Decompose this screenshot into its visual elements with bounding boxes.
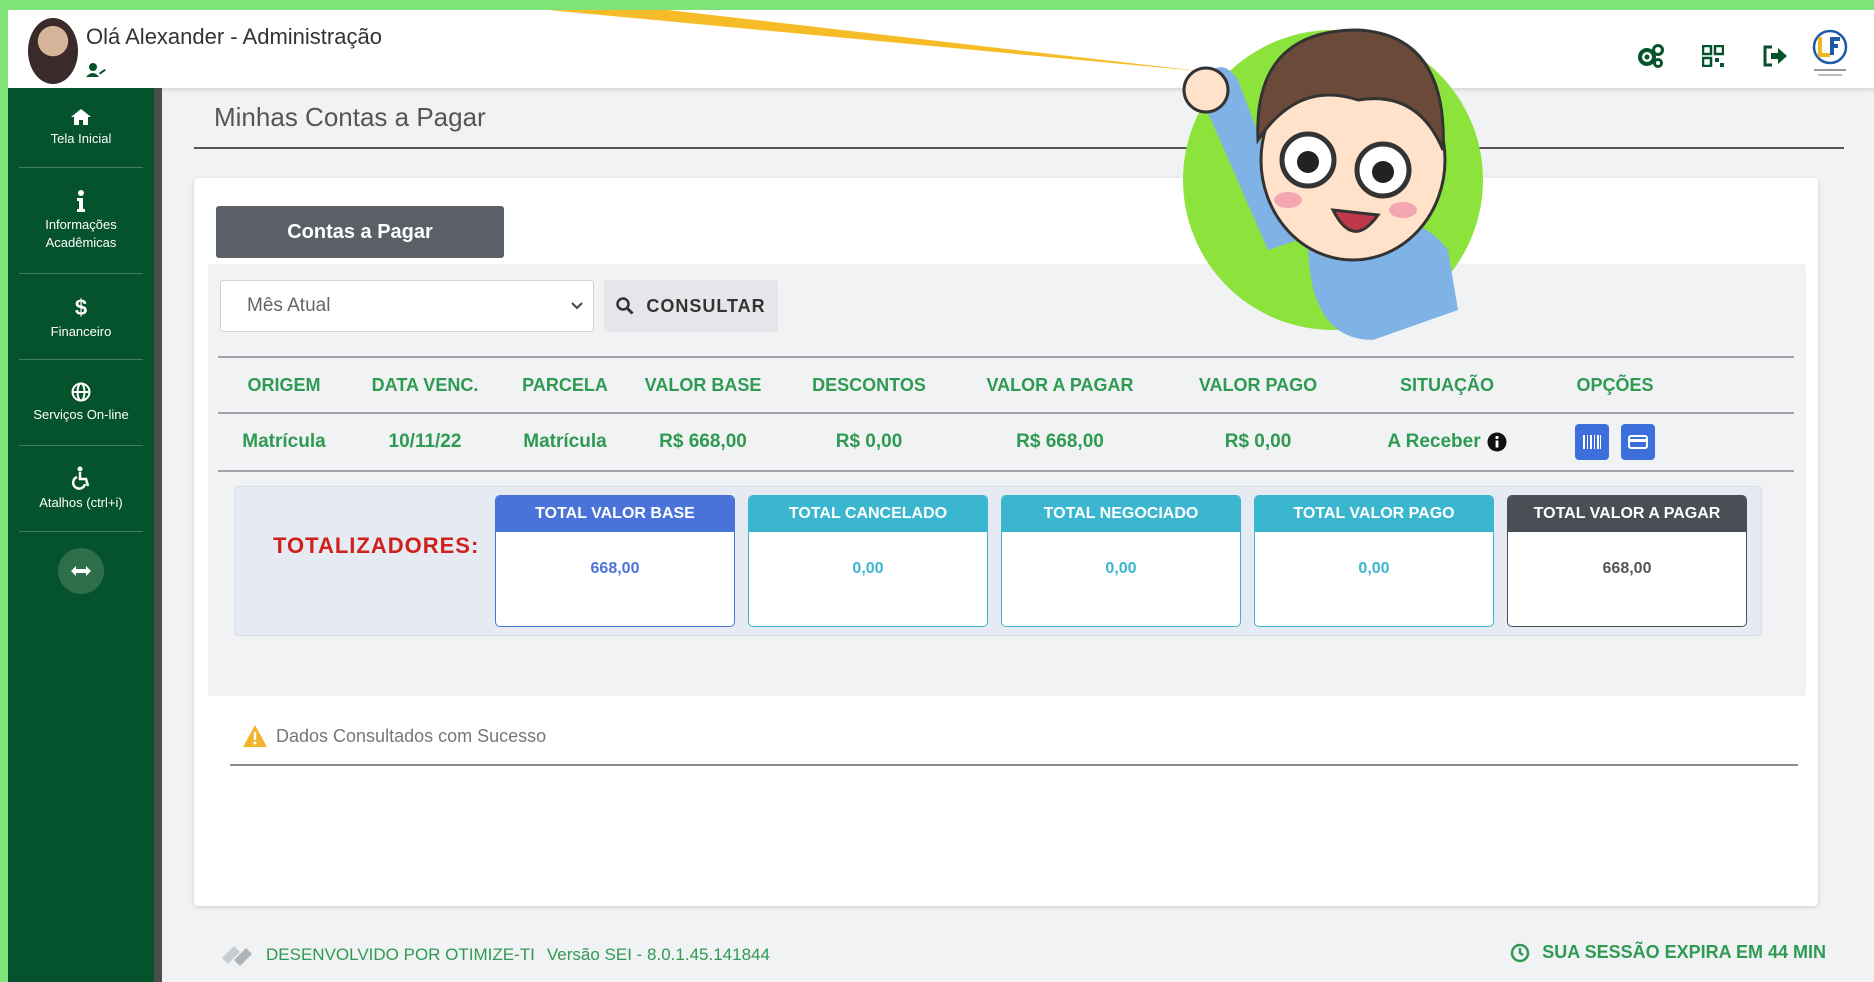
table-header-row: ORIGEM DATA VENC. PARCELA VALOR BASE DES… xyxy=(218,356,1794,414)
column-header[interactable]: ORIGEM xyxy=(218,375,350,396)
sidebar-item-label: Atalhos (ctrl+i) xyxy=(39,494,123,510)
consult-button[interactable]: CONSULTAR xyxy=(604,280,778,332)
sidebar-item-home[interactable]: Tela Inicial xyxy=(19,88,143,168)
totals-label: TOTALIZADORES: xyxy=(273,533,480,558)
total-box-value: 668,00 xyxy=(590,560,640,577)
footer-credits: DESENVOLVIDO POR OTIMIZE-TI Versão SEI -… xyxy=(220,942,770,968)
version-text: Versão SEI - 8.0.1.45.141844 xyxy=(546,945,770,964)
filter-panel: Mês Atual CONSULTAR ORIGEM DATA VENC. PA… xyxy=(208,264,1806,766)
total-box-value: 0,00 xyxy=(1105,560,1137,577)
settings-icon[interactable] xyxy=(1620,34,1682,78)
sidebar-item-finance[interactable]: $ Financeiro xyxy=(19,274,143,360)
column-header[interactable]: DESCONTOS xyxy=(776,375,962,396)
table-row: Matrícula 10/11/22 Matrícula R$ 668,00 R… xyxy=(218,414,1794,472)
total-box-title: TOTAL VALOR PAGO xyxy=(1255,496,1493,532)
sidebar-item-label: Informações Acadêmicas xyxy=(45,216,117,250)
total-box-value: 668,00 xyxy=(1602,560,1652,577)
sidebar-item-label: Serviços On-line xyxy=(33,406,129,422)
sidebar-toggle-button[interactable] xyxy=(58,548,104,594)
developer-text[interactable]: DESENVOLVIDO POR OTIMIZE-TI xyxy=(266,945,535,965)
total-valor-base-box: TOTAL VALOR BASE 668,00 xyxy=(495,495,735,627)
dollar-icon: $ xyxy=(74,294,88,320)
institution-logo xyxy=(1806,28,1854,84)
search-icon xyxy=(616,297,634,315)
consult-button-label: CONSULTAR xyxy=(646,295,766,316)
column-header[interactable]: VALOR A PAGAR xyxy=(962,375,1158,396)
cell-valor-base: R$ 668,00 xyxy=(659,431,747,452)
period-select[interactable]: Mês Atual xyxy=(220,280,594,332)
info-circle-icon[interactable] xyxy=(1487,432,1507,452)
mascot-illustration xyxy=(1182,28,1483,340)
period-select-value: Mês Atual xyxy=(247,295,331,316)
clock-icon xyxy=(1511,943,1530,962)
total-box-title: TOTAL NEGOCIADO xyxy=(1002,496,1240,532)
column-header[interactable]: SITUAÇÃO xyxy=(1358,375,1536,396)
total-box-value: 0,00 xyxy=(1358,560,1390,577)
column-header[interactable]: VALOR PAGO xyxy=(1158,375,1358,396)
developer-logo-icon xyxy=(222,946,252,966)
total-box-title: TOTAL CANCELADO xyxy=(749,496,987,532)
info-icon xyxy=(77,189,85,212)
total-cancelado-box: TOTAL CANCELADO 0,00 xyxy=(748,495,988,627)
total-valor-pago-box: TOTAL VALOR PAGO 0,00 xyxy=(1254,495,1494,627)
cell-data-venc: 10/11/22 xyxy=(388,431,462,452)
sidebar-item-label: Tela Inicial xyxy=(50,130,112,146)
column-header[interactable]: DATA VENC. xyxy=(350,375,500,396)
cell-valor-pago: R$ 0,00 xyxy=(1224,431,1292,452)
expand-arrows-icon xyxy=(71,566,91,576)
globe-icon xyxy=(71,382,91,402)
cell-valor-a-pagar: R$ 668,00 xyxy=(1016,431,1104,452)
credit-card-button[interactable] xyxy=(1620,424,1655,460)
sidebar-item-label: Financeiro xyxy=(50,323,112,339)
cell-origem: Matrícula xyxy=(242,431,326,452)
barcode-icon xyxy=(1583,435,1602,449)
home-icon xyxy=(71,108,91,125)
situacao-text: A Receber xyxy=(1387,431,1481,452)
column-header[interactable]: PARCELA xyxy=(500,375,630,396)
cell-parcela: Matrícula xyxy=(523,431,607,452)
accounts-table: ORIGEM DATA VENC. PARCELA VALOR BASE DES… xyxy=(218,356,1794,472)
session-timer: SUA SESSÃO EXPIRA EM 44 MIN xyxy=(1510,942,1826,963)
total-box-title: TOTAL VALOR A PAGAR xyxy=(1508,496,1746,532)
column-header[interactable]: VALOR BASE xyxy=(630,375,776,396)
avatar[interactable] xyxy=(28,18,78,84)
panel-divider xyxy=(230,764,1798,766)
status-message-text: Dados Consultados com Sucesso xyxy=(276,725,547,746)
warning-icon xyxy=(243,725,267,747)
user-edit-icon[interactable] xyxy=(86,62,106,78)
total-box-value: 0,00 xyxy=(852,560,884,577)
app-window: Olá Alexander - Administração Tela Inici… xyxy=(8,10,1874,982)
totals-section: TOTALIZADORES: TOTAL VALOR BASE 668,00 T… xyxy=(234,486,1762,636)
status-message: Dados Consultados com Sucesso xyxy=(242,724,546,748)
title-divider xyxy=(194,147,1844,149)
cell-descontos: R$ 0,00 xyxy=(835,431,903,452)
logout-icon[interactable] xyxy=(1744,34,1806,78)
cell-situacao: A Receber xyxy=(1358,431,1536,453)
total-valor-a-pagar-box: TOTAL VALOR A PAGAR 668,00 xyxy=(1507,495,1747,627)
total-box-title: TOTAL VALOR BASE xyxy=(496,496,734,532)
accessibility-icon xyxy=(71,466,90,490)
sidebar-item-academic[interactable]: Informações Acadêmicas xyxy=(19,168,143,274)
column-header[interactable]: OPÇÕES xyxy=(1536,375,1694,396)
greeting-text: Olá Alexander - Administração xyxy=(86,24,382,49)
tab-contas-a-pagar[interactable]: Contas a Pagar xyxy=(216,206,504,258)
cell-opcoes xyxy=(1536,424,1694,460)
sidebar-item-shortcuts[interactable]: Atalhos (ctrl+i) xyxy=(19,446,143,532)
sidebar-item-online-services[interactable]: Serviços On-line xyxy=(19,360,143,446)
accounts-card: Contas a Pagar Mês Atual CONSULTAR ORIGE… xyxy=(194,178,1818,906)
barcode-button[interactable] xyxy=(1575,424,1610,460)
sidebar: Tela Inicial Informações Acadêmicas $ Fi… xyxy=(8,88,162,982)
credit-card-icon xyxy=(1627,435,1648,449)
qrcode-icon[interactable] xyxy=(1682,34,1744,78)
page-title: Minhas Contas a Pagar xyxy=(214,102,486,132)
chevron-down-icon xyxy=(571,302,583,310)
mascot-speech-beam xyxy=(548,10,1208,72)
total-negociado-box: TOTAL NEGOCIADO 0,00 xyxy=(1001,495,1241,627)
session-text: SUA SESSÃO EXPIRA EM 44 MIN xyxy=(1542,942,1826,962)
